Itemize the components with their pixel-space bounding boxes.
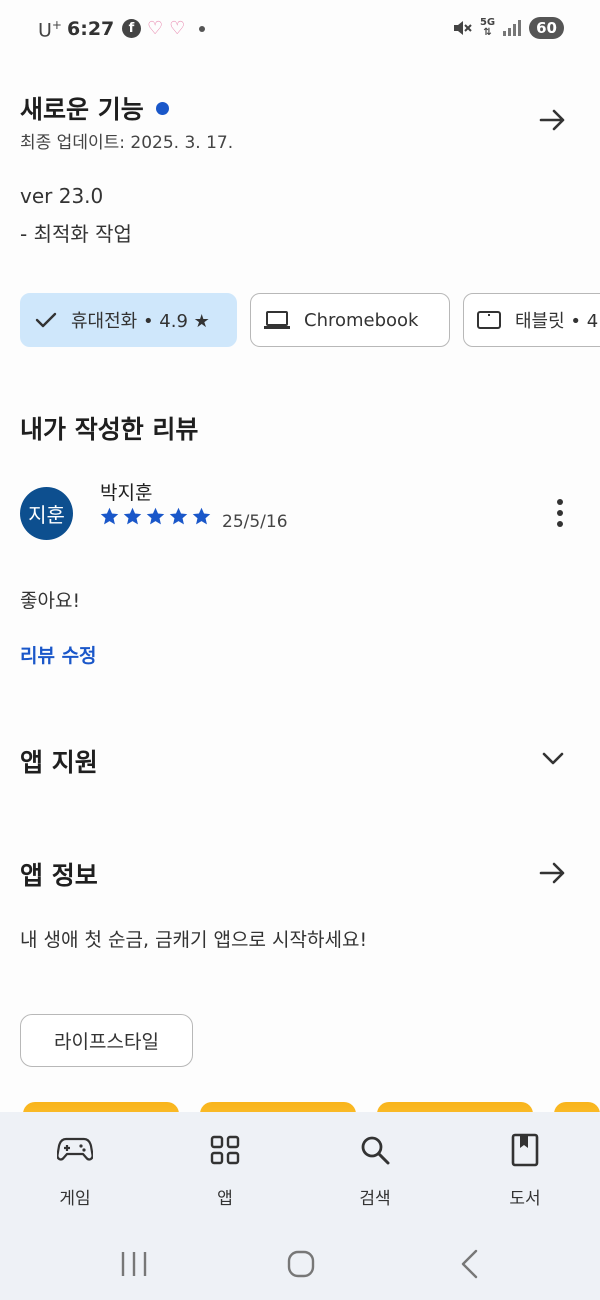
search-icon bbox=[361, 1136, 390, 1165]
signal-icon bbox=[503, 20, 522, 36]
review-text: 좋아요! bbox=[20, 590, 81, 612]
chip-tablet[interactable]: 태블릿 • 4 bbox=[463, 293, 600, 347]
version-note: - 최적화 작업 bbox=[20, 222, 132, 246]
review-date: 25/5/16 bbox=[222, 512, 288, 532]
status-bar: U+ 6:27 f ♡ ♡ 5G ⇅ 60 bbox=[0, 0, 600, 62]
nav-games-label: 게임 bbox=[59, 1189, 91, 1209]
apps-grid-icon bbox=[210, 1135, 240, 1165]
nav-apps-label: 앱 bbox=[217, 1189, 233, 1209]
app-description: 내 생애 첫 순금, 금캐기 앱으로 시작하세요! bbox=[20, 929, 368, 951]
star-icon bbox=[169, 507, 188, 525]
avatar: 지훈 bbox=[20, 487, 73, 540]
facebook-icon: f bbox=[122, 19, 141, 38]
reviewer-name: 박지훈 bbox=[100, 482, 153, 504]
home-icon[interactable] bbox=[286, 1249, 316, 1279]
system-icons: 5G ⇅ 60 bbox=[452, 17, 564, 39]
nav-books-label: 도서 bbox=[509, 1189, 541, 1209]
nav-search-label: 검색 bbox=[359, 1189, 391, 1209]
heart-icon: ♡ bbox=[169, 18, 186, 39]
network-5g-icon: 5G ⇅ bbox=[479, 17, 496, 38]
more-options-button[interactable] bbox=[545, 495, 575, 531]
last-updated-date: 최종 업데이트: 2025. 3. 17. bbox=[20, 133, 234, 153]
app-support-heading: 앱 지원 bbox=[20, 748, 98, 777]
status-time: 6:27 bbox=[67, 18, 115, 40]
star-icon bbox=[123, 507, 142, 525]
battery-indicator: 60 bbox=[529, 17, 564, 39]
check-icon bbox=[35, 312, 57, 328]
back-icon[interactable] bbox=[458, 1248, 482, 1280]
whats-new-title: 새로운 기능 bbox=[20, 90, 169, 126]
nav-search[interactable]: 검색 bbox=[315, 1112, 435, 1222]
carrier-label: U+ bbox=[38, 18, 62, 42]
app-support-expand-button[interactable] bbox=[533, 738, 573, 778]
star-icon bbox=[192, 507, 211, 525]
nav-games[interactable]: 게임 bbox=[15, 1112, 135, 1222]
edit-review-link[interactable]: 리뷰 수정 bbox=[20, 641, 97, 668]
recent-apps-icon[interactable] bbox=[118, 1249, 150, 1279]
arrow-right-icon bbox=[539, 862, 565, 884]
app-info-heading: 앱 정보 bbox=[20, 861, 98, 890]
nav-books[interactable]: 도서 bbox=[465, 1112, 585, 1222]
arrow-right-icon bbox=[539, 109, 565, 131]
my-review-heading: 내가 작성한 리뷰 bbox=[20, 415, 199, 444]
more-notifications-dot-icon bbox=[199, 25, 206, 32]
star-icon bbox=[146, 507, 165, 525]
chip-phone[interactable]: 휴대전화 • 4.9 ★ bbox=[20, 293, 237, 347]
nav-apps[interactable]: 앱 bbox=[165, 1112, 285, 1222]
chevron-down-icon bbox=[542, 752, 564, 765]
tablet-icon bbox=[477, 311, 501, 329]
device-chips: 휴대전화 • 4.9 ★ Chromebook 태블릿 • 4 bbox=[20, 293, 600, 347]
mute-icon bbox=[453, 21, 472, 35]
gamepad-icon bbox=[57, 1137, 93, 1161]
version-text: ver 23.0 bbox=[20, 184, 104, 208]
system-navigation-bar bbox=[0, 1232, 600, 1300]
star-icon bbox=[100, 507, 119, 525]
chip-phone-label: 휴대전화 • 4.9 ★ bbox=[71, 311, 210, 332]
chip-chromebook-label: Chromebook bbox=[304, 309, 419, 331]
notification-icons: f ♡ ♡ bbox=[122, 18, 206, 39]
more-vert-icon bbox=[557, 499, 563, 505]
app-info-arrow-button[interactable] bbox=[533, 853, 573, 893]
category-chip[interactable]: 라이프스타일 bbox=[20, 1014, 193, 1067]
laptop-icon bbox=[264, 311, 290, 329]
new-indicator-dot bbox=[155, 101, 169, 115]
bottom-navigation: 게임 앱 검색 도서 bbox=[0, 1112, 600, 1232]
book-icon bbox=[511, 1133, 539, 1167]
heart-icon: ♡ bbox=[147, 18, 164, 39]
whats-new-heading: 새로운 기능 bbox=[20, 95, 144, 124]
chip-chromebook[interactable]: Chromebook bbox=[250, 293, 450, 347]
star-rating bbox=[99, 506, 212, 527]
whats-new-arrow-button[interactable] bbox=[533, 100, 573, 140]
chip-tablet-label: 태블릿 • 4 bbox=[515, 311, 599, 332]
